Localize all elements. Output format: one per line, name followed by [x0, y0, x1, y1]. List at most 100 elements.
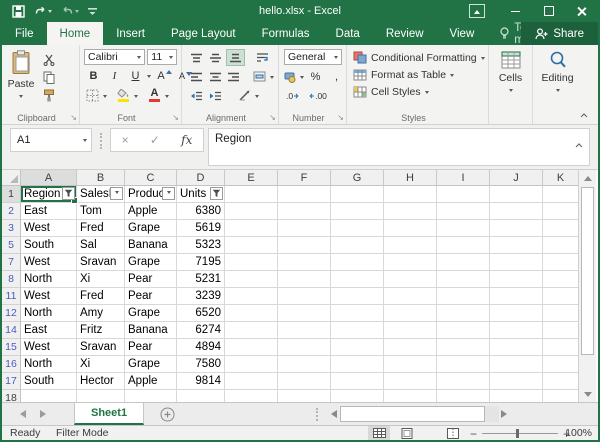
column-header-G[interactable]: G [331, 170, 384, 186]
name-box-dropdown-icon[interactable] [83, 139, 87, 144]
scroll-down-icon[interactable] [584, 392, 592, 401]
cell[interactable]: Grape [125, 356, 177, 373]
cell[interactable]: West [21, 220, 77, 237]
filter-button[interactable] [110, 187, 123, 200]
cell[interactable] [490, 373, 543, 390]
cell[interactable]: Fred [77, 220, 125, 237]
cell[interactable] [490, 220, 543, 237]
center-icon[interactable] [207, 69, 224, 84]
filter-button[interactable] [162, 187, 175, 200]
paste-button[interactable]: Paste [2, 45, 40, 103]
enter-icon[interactable]: ✓ [150, 133, 160, 147]
cell[interactable] [543, 288, 578, 305]
orientation-dropdown-icon[interactable] [255, 95, 259, 100]
conditional-formatting-button[interactable]: Conditional Formatting [353, 49, 488, 66]
cell[interactable]: 4894 [177, 339, 225, 356]
orientation-icon[interactable] [236, 88, 253, 103]
column-header-C[interactable]: C [125, 170, 177, 186]
cell[interactable] [543, 220, 578, 237]
cell[interactable] [437, 220, 490, 237]
name-box[interactable]: A1 [10, 128, 92, 152]
cell[interactable] [384, 186, 437, 203]
cell[interactable] [278, 203, 331, 220]
horizontal-scrollbar[interactable] [340, 406, 499, 422]
cell[interactable] [490, 186, 543, 203]
bottom-align-icon[interactable] [226, 49, 245, 66]
decrease-decimal-button[interactable]: .00 [305, 88, 329, 104]
hscroll-left-icon[interactable] [325, 406, 339, 422]
merge-dropdown-icon[interactable] [270, 76, 274, 81]
grow-font-button[interactable]: A [155, 68, 174, 84]
cell[interactable]: West [21, 339, 77, 356]
cell[interactable] [490, 254, 543, 271]
underline-dropdown-icon[interactable] [147, 75, 151, 80]
vertical-scrollbar[interactable] [578, 170, 596, 402]
cell[interactable]: Amy [77, 305, 125, 322]
formula-input[interactable]: Region [208, 128, 590, 166]
column-header-H[interactable]: H [384, 170, 437, 186]
filter-applied-button[interactable] [62, 187, 75, 200]
percent-style-button[interactable]: % [306, 69, 325, 85]
zoom-out-icon[interactable]: − [470, 427, 477, 441]
cell[interactable] [225, 339, 278, 356]
cell[interactable]: North [21, 356, 77, 373]
cell[interactable] [384, 288, 437, 305]
cell[interactable] [490, 356, 543, 373]
select-all-corner[interactable] [2, 170, 21, 186]
cell[interactable] [278, 288, 331, 305]
cell[interactable]: Banana [125, 237, 177, 254]
sheet-tab-sheet1[interactable]: Sheet1 [74, 403, 144, 425]
cell[interactable]: Produc [125, 186, 177, 203]
cell[interactable] [21, 390, 77, 402]
cell[interactable]: Tom [77, 203, 125, 220]
row-number[interactable]: 15 [2, 339, 21, 356]
accounting-format-icon[interactable] [284, 70, 298, 85]
cell[interactable]: Xi [77, 356, 125, 373]
cell[interactable] [490, 203, 543, 220]
cell[interactable] [278, 322, 331, 339]
cell[interactable] [331, 356, 384, 373]
column-header-B[interactable]: B [77, 170, 125, 186]
sheet-next-icon[interactable] [40, 403, 50, 425]
cancel-icon[interactable]: × [122, 133, 129, 147]
fill-color-dropdown-icon[interactable] [134, 95, 138, 100]
merge-center-icon[interactable] [251, 69, 268, 84]
font-family-select[interactable]: Calibri [84, 49, 145, 65]
tab-scroll-separator[interactable] [316, 408, 318, 421]
zoom-slider[interactable] [482, 433, 558, 434]
cell[interactable] [225, 305, 278, 322]
cell[interactable] [225, 271, 278, 288]
cell[interactable] [543, 186, 578, 203]
row-number[interactable]: 16 [2, 356, 21, 373]
cell[interactable]: Apple [125, 203, 177, 220]
cell[interactable]: 3239 [177, 288, 225, 305]
share-button[interactable]: Share [521, 22, 598, 45]
cell[interactable] [225, 237, 278, 254]
cell[interactable]: Apple [125, 373, 177, 390]
tab-view[interactable]: View [437, 22, 488, 45]
new-sheet-icon[interactable] [160, 407, 175, 422]
cell[interactable]: Fred [77, 288, 125, 305]
cell[interactable]: Units [177, 186, 225, 203]
cell[interactable] [543, 254, 578, 271]
cell[interactable] [543, 390, 578, 402]
cell[interactable] [437, 288, 490, 305]
tab-data[interactable]: Data [323, 22, 373, 45]
cell[interactable]: 9814 [177, 373, 225, 390]
cell[interactable]: West [21, 288, 77, 305]
cell[interactable] [331, 237, 384, 254]
cell[interactable] [278, 220, 331, 237]
cell[interactable] [384, 254, 437, 271]
row-number[interactable]: 1 [2, 186, 21, 203]
page-break-view-icon[interactable] [442, 426, 464, 440]
number-dialog-launcher-icon[interactable]: ↘ [337, 114, 344, 122]
cell[interactable] [437, 237, 490, 254]
underline-button[interactable]: U [126, 68, 145, 84]
cell[interactable] [225, 373, 278, 390]
row-number[interactable]: 14 [2, 322, 21, 339]
cell[interactable] [225, 220, 278, 237]
font-color-icon[interactable]: A [146, 88, 163, 103]
cell[interactable] [278, 356, 331, 373]
cell[interactable]: 5323 [177, 237, 225, 254]
cell[interactable] [278, 339, 331, 356]
